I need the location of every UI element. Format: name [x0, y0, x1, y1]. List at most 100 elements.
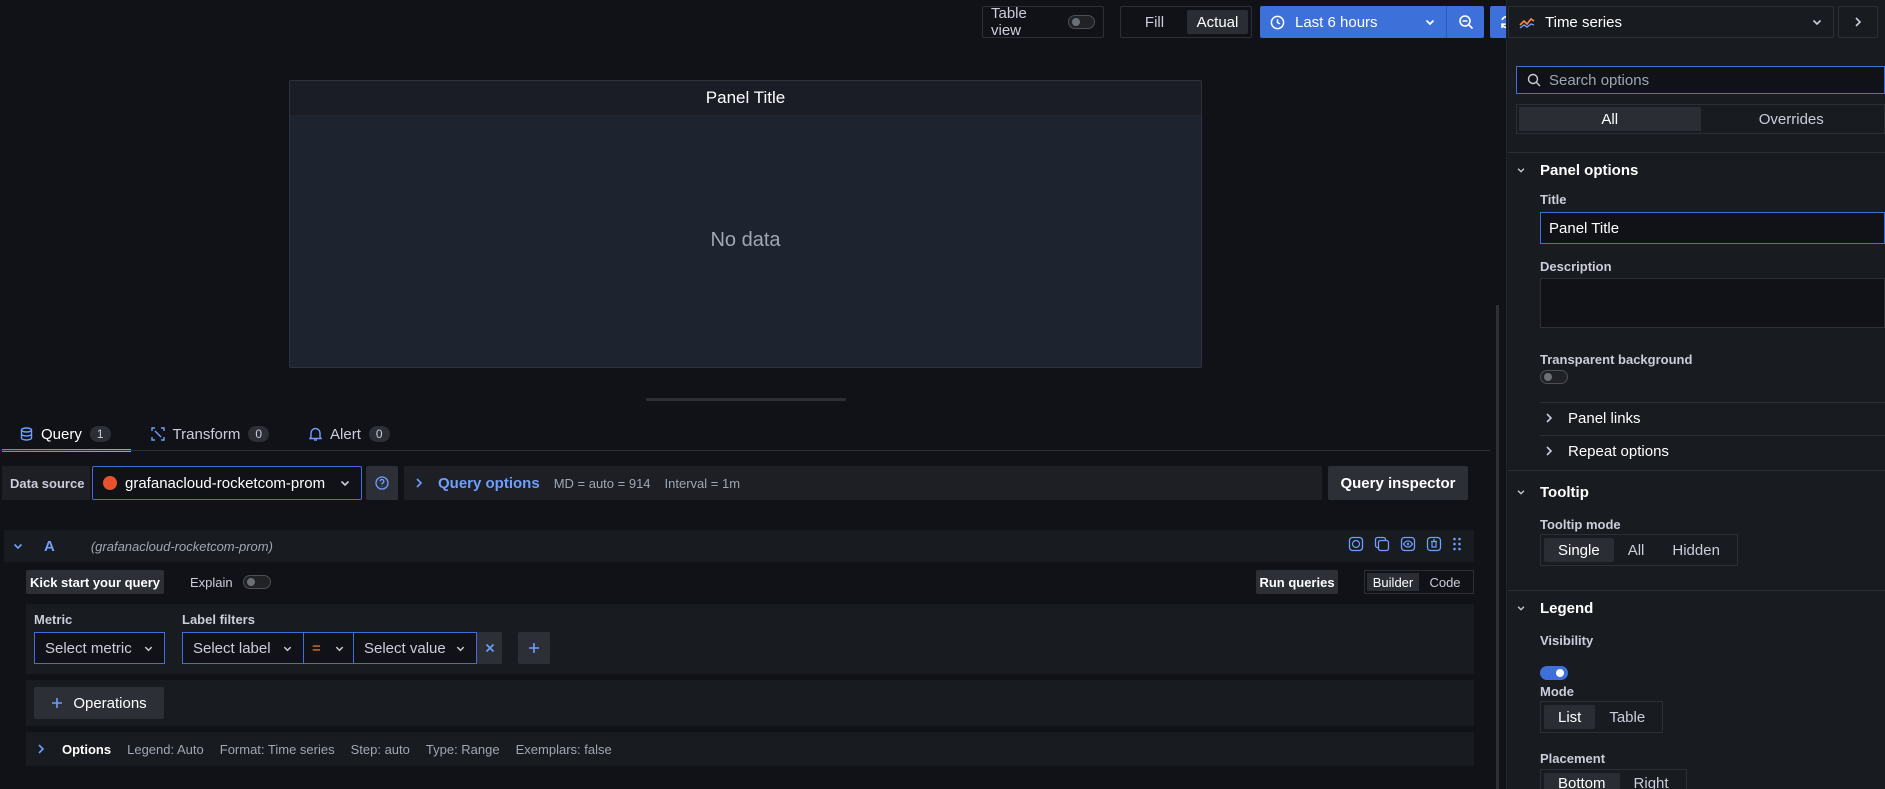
- placement-right[interactable]: Right: [1620, 773, 1683, 789]
- table-view-label: Table view: [991, 5, 1027, 39]
- builder-mode-button[interactable]: Builder: [1367, 573, 1419, 591]
- collapse-options-button[interactable]: [1838, 6, 1878, 38]
- metric-placeholder: Select metric: [45, 639, 132, 657]
- legend-mode-group: List Table: [1540, 701, 1664, 733]
- options-filter-tabs: All Overrides: [1516, 104, 1885, 134]
- title-input[interactable]: Panel Title: [1540, 212, 1885, 244]
- plus-icon: [529, 643, 539, 653]
- table-view-switch[interactable]: [1068, 15, 1095, 29]
- help-icon: [375, 476, 389, 490]
- operations-button[interactable]: Operations: [34, 687, 164, 719]
- query-inspector-button[interactable]: Query inspector: [1328, 466, 1468, 500]
- description-label: Description: [1540, 259, 1612, 274]
- chevron-right-icon: [1546, 446, 1553, 456]
- resize-splitter[interactable]: [646, 398, 846, 401]
- repeat-options-header[interactable]: Repeat options: [1544, 441, 1669, 461]
- metric-select[interactable]: Select metric: [34, 632, 165, 664]
- tooltip-mode-group: Single All Hidden: [1540, 534, 1738, 566]
- legend-header[interactable]: Legend: [1516, 598, 1593, 618]
- chevron-right-icon: [38, 744, 45, 754]
- all-options-tab[interactable]: All: [1519, 107, 1701, 131]
- metric-label: Metric: [34, 612, 73, 627]
- code-mode-button[interactable]: Code: [1419, 573, 1471, 591]
- panel-options-header[interactable]: Panel options: [1516, 160, 1638, 180]
- label-select[interactable]: Select label: [182, 632, 304, 664]
- options-label: Options: [62, 741, 112, 757]
- tab-transform[interactable]: Transform 0: [131, 418, 289, 450]
- tab-query[interactable]: Query 1: [0, 418, 131, 452]
- legend-label: Legend: [1540, 599, 1594, 617]
- options-type: Type: Range: [425, 741, 500, 757]
- transparent-background-label: Transparent background: [1540, 352, 1693, 367]
- bell-icon: [309, 427, 323, 441]
- options-exemplars: Exemplars: false: [515, 741, 612, 757]
- transform-icon: [150, 427, 165, 441]
- tab-query-label: Query: [41, 425, 82, 443]
- panel-options-label: Panel options: [1540, 161, 1639, 179]
- chevron-down-icon: [283, 646, 292, 651]
- kick-start-button[interactable]: Kick start your query: [26, 570, 164, 594]
- title-value: Panel Title: [1549, 219, 1620, 237]
- legend-mode-table[interactable]: Table: [1595, 705, 1659, 729]
- query-row-header[interactable]: A (grafanacloud-rocketcom-prom): [4, 530, 1474, 562]
- vertical-scrollbar[interactable]: [1496, 305, 1499, 789]
- database-icon: [20, 427, 33, 441]
- tooltip-label: Tooltip: [1540, 483, 1589, 501]
- panel-links-header[interactable]: Panel links: [1544, 408, 1641, 428]
- trash-icon[interactable]: [1426, 536, 1442, 552]
- datasource-help-button[interactable]: [366, 466, 398, 500]
- eye-icon[interactable]: [1400, 536, 1416, 552]
- duplicate-icon[interactable]: [1374, 536, 1390, 552]
- zoom-out-button[interactable]: [1446, 6, 1484, 38]
- tooltip-mode-all[interactable]: All: [1614, 538, 1659, 562]
- run-queries-button[interactable]: Run queries: [1256, 570, 1338, 594]
- chevron-down-icon: [1425, 19, 1435, 26]
- tab-alert[interactable]: Alert 0: [289, 418, 410, 450]
- actual-button[interactable]: Actual: [1187, 10, 1248, 34]
- datasource-name: grafanacloud-rocketcom-prom: [125, 474, 326, 492]
- editor-mode-group: Builder Code: [1364, 570, 1474, 594]
- visualization-picker[interactable]: Time series: [1508, 6, 1834, 38]
- explain-toggle[interactable]: Explain: [190, 570, 271, 594]
- remove-filter-button[interactable]: [477, 632, 502, 664]
- divider: [1508, 590, 1885, 591]
- value-select[interactable]: Select value: [353, 632, 477, 664]
- close-icon: [485, 643, 494, 653]
- chevron-right-icon[interactable]: [414, 477, 424, 489]
- drag-handle-icon[interactable]: [1452, 536, 1462, 552]
- chevron-right-icon: [1546, 413, 1553, 423]
- placement-bottom[interactable]: Bottom: [1544, 773, 1620, 789]
- query-actions: [1348, 536, 1462, 552]
- table-view-toggle[interactable]: Table view: [982, 5, 1104, 39]
- operator-select[interactable]: =: [303, 632, 354, 664]
- search-placeholder: Search options: [1549, 71, 1650, 89]
- operations-label: Operations: [73, 694, 147, 712]
- explain-switch[interactable]: [242, 575, 271, 589]
- operations-section: [26, 680, 1474, 726]
- transparent-background-switch[interactable]: [1540, 370, 1568, 384]
- chevron-down-icon: [1517, 490, 1525, 495]
- legend-mode-list[interactable]: List: [1544, 705, 1596, 729]
- help-icon[interactable]: [1348, 536, 1364, 552]
- fill-button[interactable]: Fill: [1124, 10, 1185, 34]
- add-filter-button[interactable]: [518, 632, 550, 664]
- overrides-tab[interactable]: Overrides: [1701, 107, 1883, 131]
- query-ref-id[interactable]: A: [44, 538, 55, 555]
- tooltip-header[interactable]: Tooltip: [1516, 482, 1589, 502]
- max-data-points: MD = auto = 914: [553, 475, 651, 491]
- description-textarea[interactable]: [1540, 278, 1885, 328]
- search-options-input[interactable]: Search options: [1516, 66, 1885, 94]
- panel-preview[interactable]: Panel Title No data: [289, 80, 1202, 368]
- tooltip-mode-hidden[interactable]: Hidden: [1658, 538, 1734, 562]
- tooltip-mode-single[interactable]: Single: [1544, 538, 1614, 562]
- chevron-down-icon[interactable]: [12, 540, 24, 552]
- chevron-down-icon: [335, 646, 344, 651]
- query-options-link[interactable]: Query options: [438, 475, 540, 492]
- legend-visibility-switch[interactable]: [1540, 666, 1568, 680]
- chevron-right-icon: [1855, 17, 1862, 27]
- chevron-down-icon: [1812, 19, 1822, 26]
- query-options-row[interactable]: Options Legend: Auto Format: Time series…: [26, 732, 1474, 766]
- time-range-picker[interactable]: Last 6 hours: [1260, 6, 1446, 38]
- tab-transform-count: 0: [248, 426, 270, 442]
- datasource-picker[interactable]: grafanacloud-rocketcom-prom: [92, 466, 362, 500]
